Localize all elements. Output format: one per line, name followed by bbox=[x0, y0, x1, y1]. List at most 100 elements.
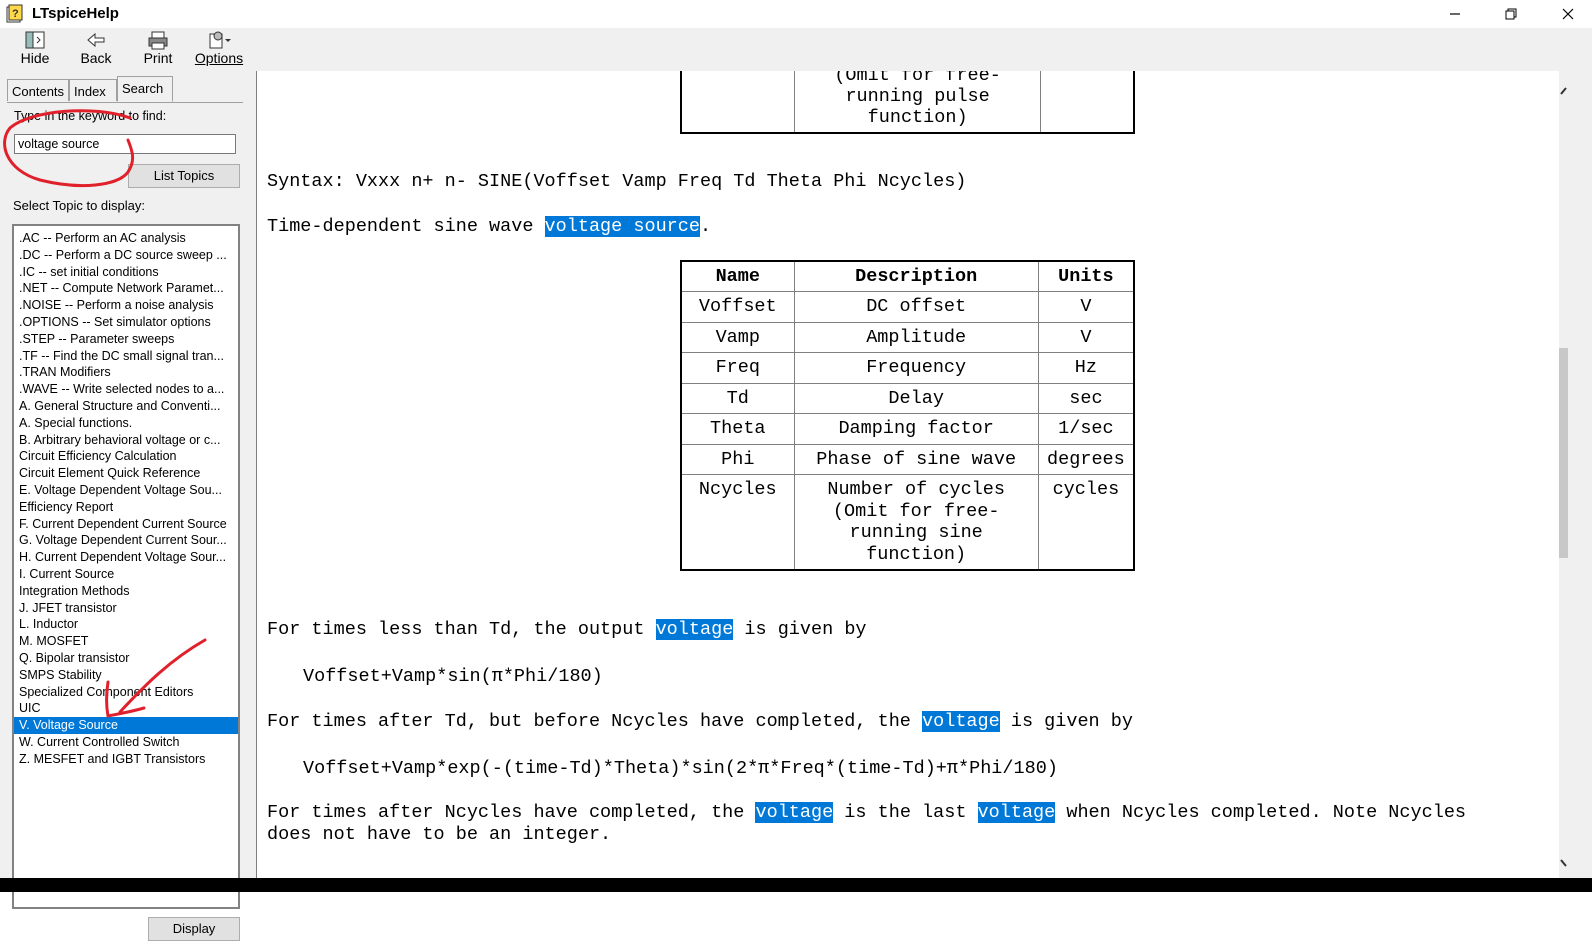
topic-item[interactable]: M. MOSFET bbox=[14, 633, 238, 650]
restore-button[interactable] bbox=[1488, 0, 1534, 28]
table-row: Freq Frequency Hz bbox=[680, 352, 1135, 384]
restore-icon bbox=[1505, 8, 1517, 20]
table-row: Vamp Amplitude V bbox=[680, 321, 1135, 353]
topic-item[interactable]: SMPS Stability bbox=[14, 667, 238, 684]
topic-item[interactable]: A. General Structure and Conventi... bbox=[14, 398, 238, 415]
tab-contents[interactable]: Contents bbox=[7, 79, 69, 101]
topic-item[interactable]: .AC -- Perform an AC analysis bbox=[14, 230, 238, 247]
formula-after-td: Voffset+Vamp*exp(-(time-Td)*Theta)*sin(2… bbox=[303, 758, 1058, 779]
minimize-button[interactable] bbox=[1432, 0, 1478, 28]
param-name-cell: Voffset bbox=[680, 291, 795, 323]
topic-item[interactable]: H. Current Dependent Voltage Sour... bbox=[14, 549, 238, 566]
topic-item[interactable]: B. Arbitrary behavioral voltage or c... bbox=[14, 432, 238, 449]
paragraph-text: For times after Ncycles have completed, … bbox=[267, 802, 756, 823]
topic-item-selected[interactable]: V. Voltage Source bbox=[14, 717, 238, 734]
topic-item[interactable]: .IC -- set initial conditions bbox=[14, 264, 238, 281]
column-header: Description bbox=[793, 260, 1039, 292]
param-units-cell: 1/sec bbox=[1037, 413, 1135, 445]
param-description-cell: DC offset bbox=[793, 291, 1039, 323]
search-highlight: voltage bbox=[755, 802, 834, 823]
topic-item[interactable]: F. Current Dependent Current Source bbox=[14, 516, 238, 533]
topic-item[interactable]: Q. Bipolar transistor bbox=[14, 650, 238, 667]
topic-item[interactable]: .TF -- Find the DC small signal tran... bbox=[14, 348, 238, 365]
content-scrollbar[interactable] bbox=[1559, 71, 1592, 880]
paragraph-after-td: For times after Td, but before Ncycles h… bbox=[267, 711, 1133, 732]
table-row: Theta Damping factor 1/sec bbox=[680, 413, 1135, 445]
topic-item[interactable]: .OPTIONS -- Set simulator options bbox=[14, 314, 238, 331]
param-units-cell: cycles bbox=[1037, 474, 1135, 571]
topic-item[interactable]: .STEP -- Parameter sweeps bbox=[14, 331, 238, 348]
select-topic-label: Select Topic to display: bbox=[13, 198, 145, 213]
search-highlight: voltage source bbox=[544, 216, 700, 237]
topic-item[interactable]: .DC -- Perform a DC source sweep ... bbox=[14, 247, 238, 264]
topic-item[interactable]: Integration Methods bbox=[14, 583, 238, 600]
topic-item[interactable]: L. Inductor bbox=[14, 616, 238, 633]
search-highlight: voltage bbox=[922, 711, 1000, 732]
paragraph-text: is given by bbox=[733, 619, 867, 640]
param-description-cell: Frequency bbox=[793, 352, 1039, 384]
minimize-icon bbox=[1450, 13, 1460, 15]
window-title: LTspiceHelp bbox=[32, 5, 119, 22]
topic-item[interactable]: UIC bbox=[14, 700, 238, 717]
table-row: Ncycles Number of cycles (Omit for free- … bbox=[680, 474, 1135, 571]
param-name-cell: Theta bbox=[680, 413, 795, 445]
syntax-line: Syntax: Vxxx n+ n- SINE(Voffset Vamp Fre… bbox=[267, 171, 967, 192]
topic-item[interactable]: G. Voltage Dependent Current Sour... bbox=[14, 532, 238, 549]
paragraph-text: For times less than Td, the output bbox=[267, 619, 656, 640]
topic-item[interactable]: .NOISE -- Perform a noise analysis bbox=[14, 297, 238, 314]
param-description-cell: Amplitude bbox=[793, 321, 1039, 353]
scroll-down-icon[interactable] bbox=[1559, 857, 1571, 869]
close-button[interactable] bbox=[1545, 0, 1591, 28]
tab-divider bbox=[7, 102, 243, 103]
topic-item[interactable]: Specialized Component Editors bbox=[14, 684, 238, 701]
param-name-cell: Vamp bbox=[680, 321, 795, 353]
paragraph-text: For times after Td, but before Ncycles h… bbox=[267, 711, 923, 732]
print-button[interactable]: Print bbox=[142, 30, 174, 70]
previous-table-tail: (Omit for free- running pulse function) bbox=[680, 71, 1135, 134]
description-text: Time-dependent sine wave bbox=[267, 216, 545, 237]
search-highlight: voltage bbox=[655, 619, 734, 640]
pane-splitter[interactable] bbox=[250, 71, 257, 880]
keyword-search-input[interactable] bbox=[14, 134, 236, 154]
paragraph-text: is given by bbox=[999, 711, 1133, 732]
topic-item[interactable]: Circuit Efficiency Calculation bbox=[14, 448, 238, 465]
topic-item[interactable]: J. JFET transistor bbox=[14, 600, 238, 617]
navigation-pane: Contents Index Search Type in the keywor… bbox=[0, 71, 251, 941]
keyword-label: Type in the keyword to find: bbox=[14, 109, 167, 123]
topic-item[interactable]: Efficiency Report bbox=[14, 499, 238, 516]
topic-item[interactable]: W. Current Controlled Switch bbox=[14, 734, 238, 751]
help-app-icon: ? bbox=[6, 4, 23, 23]
prev-table-line: (Omit for free- bbox=[834, 71, 1001, 86]
param-description-cell: Number of cycles (Omit for free- running… bbox=[793, 474, 1039, 571]
topic-item[interactable]: Circuit Element Quick Reference bbox=[14, 465, 238, 482]
table-header-row: Name Description Units bbox=[680, 260, 1135, 292]
description-line: Time-dependent sine wave voltage source. bbox=[267, 216, 711, 237]
topic-item[interactable]: .WAVE -- Write selected nodes to a... bbox=[14, 381, 238, 398]
back-button[interactable]: Back bbox=[78, 30, 114, 70]
topic-item[interactable]: I. Current Source bbox=[14, 566, 238, 583]
topic-item[interactable]: .NET -- Compute Network Paramet... bbox=[14, 280, 238, 297]
hide-button[interactable]: Hide bbox=[18, 30, 52, 70]
tab-search[interactable]: Search bbox=[117, 76, 173, 102]
options-button[interactable]: Options bbox=[194, 30, 244, 70]
scrollbar-thumb[interactable] bbox=[1559, 348, 1568, 558]
topic-item[interactable]: E. Voltage Dependent Voltage Sou... bbox=[14, 482, 238, 499]
list-topics-button[interactable]: List Topics bbox=[128, 164, 240, 188]
topic-item[interactable]: .TRAN Modifiers bbox=[14, 364, 238, 381]
param-name-cell: Td bbox=[680, 382, 795, 414]
prev-table-line: function) bbox=[867, 107, 968, 128]
tab-index[interactable]: Index bbox=[69, 79, 117, 101]
help-content-pane: (Omit for free- running pulse function) … bbox=[257, 71, 1559, 880]
scroll-up-icon[interactable] bbox=[1559, 85, 1571, 97]
toolbar: Hide Back Print Options bbox=[0, 28, 1592, 71]
column-header: Units bbox=[1037, 260, 1135, 292]
display-button[interactable]: Display bbox=[148, 917, 240, 941]
hide-label: Hide bbox=[20, 50, 50, 66]
param-units-cell: sec bbox=[1037, 382, 1135, 414]
topic-list[interactable]: .AC -- Perform an AC analysis .DC -- Perf… bbox=[12, 224, 240, 909]
topic-item[interactable]: A. Special functions. bbox=[14, 415, 238, 432]
topic-item[interactable]: Z. MESFET and IGBT Transistors bbox=[14, 751, 238, 768]
options-label: Options bbox=[194, 50, 244, 66]
paragraph-text: is the last bbox=[833, 802, 978, 823]
param-units-cell: V bbox=[1037, 321, 1135, 353]
